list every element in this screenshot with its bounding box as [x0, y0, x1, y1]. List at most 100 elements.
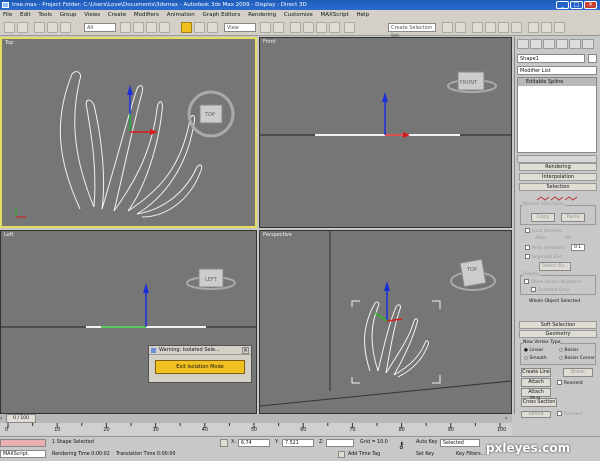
render-setup-icon[interactable] — [528, 22, 539, 33]
menu-views[interactable]: Views — [84, 12, 100, 18]
object-name-field[interactable]: Shape1 — [517, 54, 585, 63]
x-coordinate-field[interactable]: 6.74 — [238, 439, 270, 447]
alike-radio[interactable]: Alike — [535, 236, 546, 242]
menu-customize[interactable]: Customize — [284, 12, 313, 18]
unlink-icon[interactable] — [47, 22, 58, 33]
snaps-toggle-icon[interactable] — [290, 22, 301, 33]
next-frame-icon[interactable]: › — [505, 415, 507, 422]
menu-create[interactable]: Create — [108, 12, 126, 18]
maxscript-listener[interactable]: MAXScript. — [0, 450, 46, 458]
lock-handles-checkbox[interactable]: Lock Handles — [525, 228, 562, 235]
schematic-view-icon[interactable] — [498, 22, 509, 33]
menu-group[interactable]: Group — [60, 12, 77, 18]
prev-frame-icon[interactable]: ‹ — [0, 415, 2, 422]
paste-button[interactable]: Paste — [561, 213, 585, 222]
create-line-button[interactable]: Create Line — [521, 368, 551, 377]
copy-button[interactable]: Copy — [531, 213, 555, 222]
curve-editor-icon[interactable] — [485, 22, 496, 33]
material-editor-icon[interactable] — [511, 22, 522, 33]
named-selection-set-dropdown[interactable]: Create Selection Set — [388, 23, 436, 39]
track-bar[interactable]: 0 10 20 30 40 50 60 70 80 90 100 — [0, 423, 512, 435]
rollout-rendering[interactable]: Rendering — [519, 163, 597, 171]
close-icon[interactable]: × — [584, 1, 597, 9]
time-slider-thumb[interactable]: 0 / 100 — [6, 414, 36, 423]
mirror-icon[interactable] — [442, 22, 453, 33]
rollout-selection[interactable]: Selection — [519, 183, 597, 191]
select-rotate-icon[interactable] — [194, 22, 205, 33]
utilities-tab-icon[interactable] — [582, 39, 594, 49]
area-selection-checkbox[interactable]: Area Selection: — [525, 245, 566, 252]
auto-key-button[interactable]: Auto Key — [416, 440, 437, 446]
rollout-geometry[interactable]: Geometry — [519, 330, 597, 338]
modifier-list-dropdown[interactable]: Modifier List — [517, 66, 597, 75]
maximize-icon[interactable]: □ — [570, 1, 583, 9]
viewport-top[interactable]: Top TOP — [0, 37, 257, 228]
exit-isolation-mode-button[interactable]: Exit Isolation Mode — [155, 360, 245, 374]
bind-space-warp-icon[interactable] — [60, 22, 71, 33]
maxscript-listener-pink[interactable] — [0, 439, 46, 447]
selection-filter-dropdown[interactable]: All — [84, 23, 116, 32]
menu-rendering[interactable]: Rendering — [248, 12, 276, 18]
viewport-front[interactable]: Front FRONT — [259, 37, 512, 228]
key-filters-button[interactable]: Key Filters... — [456, 452, 485, 458]
dialog-close-icon[interactable]: × — [242, 347, 249, 354]
menu-tools[interactable]: Tools — [38, 12, 52, 18]
time-slider[interactable]: 0 / 100 ‹ › — [0, 414, 512, 423]
break-button[interactable]: Break — [563, 368, 593, 377]
select-by-name-icon[interactable] — [133, 22, 144, 33]
minimize-icon[interactable]: _ — [556, 1, 569, 9]
menu-animation[interactable]: Animation — [167, 12, 195, 18]
layer-manager-icon[interactable] — [472, 22, 483, 33]
angle-snap-icon[interactable] — [303, 22, 314, 33]
connect-checkbox[interactable]: Connect — [557, 411, 583, 418]
display-tab-icon[interactable] — [569, 39, 581, 49]
pivot-center-icon[interactable] — [260, 22, 271, 33]
cross-section-button[interactable]: Cross Section — [521, 398, 557, 407]
menu-edit[interactable]: Edit — [20, 12, 31, 18]
select-by-button[interactable]: Select By... — [539, 262, 571, 271]
rect-selection-icon[interactable] — [146, 22, 157, 33]
menu-maxscript[interactable]: MAXScript — [321, 12, 349, 18]
bezier-radio[interactable]: ○ Bezier — [559, 348, 578, 354]
rendered-frame-window-icon[interactable] — [541, 22, 552, 33]
hierarchy-tab-icon[interactable] — [543, 39, 555, 49]
key-selection-dropdown[interactable]: Selected — [440, 439, 480, 447]
stack-controls[interactable] — [517, 155, 597, 163]
select-scale-icon[interactable] — [207, 22, 218, 33]
show-vertex-numbers-checkbox[interactable]: Show Vertex Numbers — [524, 279, 581, 286]
undo-icon[interactable] — [4, 22, 15, 33]
key-icon[interactable]: ⚷ — [398, 441, 405, 451]
reorient-checkbox[interactable]: Reorient — [557, 380, 583, 387]
all-radio[interactable]: All — [565, 236, 571, 242]
window-crossing-icon[interactable] — [159, 22, 170, 33]
linear-radio[interactable]: ● Linear — [524, 348, 543, 354]
reference-coordinate-dropdown[interactable]: View — [224, 23, 256, 32]
smooth-radio[interactable]: ○ Smooth — [524, 356, 547, 362]
redo-icon[interactable] — [17, 22, 28, 33]
bezier-corner-radio[interactable]: ○ Bezier Corner — [559, 356, 595, 362]
menu-help[interactable]: Help — [357, 12, 370, 18]
percent-snap-icon[interactable] — [316, 22, 327, 33]
modify-tab-icon[interactable] — [530, 39, 542, 49]
selected-only-checkbox[interactable]: Selected Only — [531, 287, 569, 294]
z-coordinate-field[interactable] — [326, 439, 354, 447]
rollout-interpolation[interactable]: Interpolation — [519, 173, 597, 181]
attach-button[interactable]: Attach — [521, 378, 551, 387]
area-selection-value[interactable]: 0.1 — [571, 244, 585, 251]
refine-button[interactable]: Refine — [521, 411, 551, 418]
rollout-soft-selection[interactable]: Soft Selection — [519, 321, 597, 329]
render-production-icon[interactable] — [554, 22, 565, 33]
segment-end-checkbox[interactable]: Segment End — [525, 254, 562, 261]
lock-selection-icon[interactable] — [220, 439, 228, 447]
select-move-icon[interactable] — [181, 22, 192, 33]
menu-file[interactable]: File — [3, 12, 12, 18]
y-coordinate-field[interactable]: 7.521 — [282, 439, 314, 447]
menu-modifiers[interactable]: Modifiers — [134, 12, 159, 18]
motion-tab-icon[interactable] — [556, 39, 568, 49]
manipulate-icon[interactable] — [273, 22, 284, 33]
menu-graph-editors[interactable]: Graph Editors — [203, 12, 241, 18]
spinner-snap-icon[interactable] — [329, 22, 340, 33]
add-time-tag[interactable]: Add Time Tag — [348, 452, 380, 458]
link-icon[interactable] — [34, 22, 45, 33]
viewport-perspective[interactable]: Perspective TOP — [259, 230, 512, 414]
